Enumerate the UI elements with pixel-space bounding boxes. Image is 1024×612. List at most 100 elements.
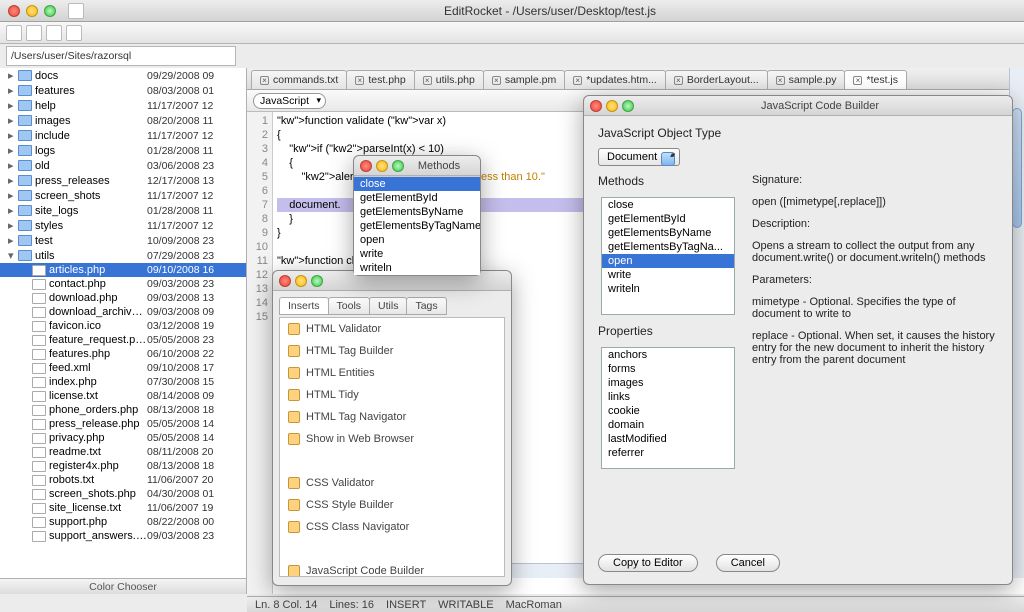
- insert-item[interactable]: HTML Tidy: [280, 384, 504, 406]
- editor-tab[interactable]: ×commands.txt: [251, 70, 347, 89]
- builder-method-item[interactable]: open: [602, 254, 734, 268]
- method-item[interactable]: getElementById: [354, 191, 480, 205]
- file-row[interactable]: support.php08/22/2008 00: [0, 515, 246, 529]
- toolbar-toggle-icon[interactable]: [68, 3, 84, 19]
- file-row[interactable]: ▸screen_shots11/17/2007 12: [0, 188, 246, 203]
- method-item[interactable]: write: [354, 247, 480, 261]
- file-row[interactable]: ▸old03/06/2008 23: [0, 158, 246, 173]
- path-input[interactable]: [6, 46, 236, 66]
- builder-property-item[interactable]: forms: [602, 362, 734, 376]
- editor-tab[interactable]: ×test.php: [346, 70, 414, 89]
- builder-property-item[interactable]: lastModified: [602, 432, 734, 446]
- close-window-icon[interactable]: [8, 5, 20, 17]
- inserts-tab[interactable]: Tags: [406, 297, 446, 315]
- close-tab-icon[interactable]: ×: [776, 76, 785, 85]
- zoom-icon[interactable]: [311, 275, 323, 287]
- close-tab-icon[interactable]: ×: [492, 76, 501, 85]
- editor-tab[interactable]: ×sample.py: [767, 70, 846, 89]
- object-type-select[interactable]: Document: [598, 148, 680, 166]
- file-row[interactable]: site_license.txt11/06/2007 19: [0, 501, 246, 515]
- file-row[interactable]: articles.php09/10/2008 16: [0, 263, 246, 277]
- builder-property-item[interactable]: anchors: [602, 348, 734, 362]
- close-icon[interactable]: [279, 275, 291, 287]
- close-tab-icon[interactable]: ×: [423, 76, 432, 85]
- file-row[interactable]: readme.txt08/11/2008 20: [0, 445, 246, 459]
- minimize-icon[interactable]: [376, 160, 388, 172]
- file-row[interactable]: ▸site_logs01/28/2008 11: [0, 203, 246, 218]
- file-row[interactable]: privacy.php05/05/2008 14: [0, 431, 246, 445]
- copy-to-editor-button[interactable]: Copy to Editor: [598, 554, 698, 572]
- close-tab-icon[interactable]: ×: [260, 76, 269, 85]
- minimize-icon[interactable]: [606, 100, 618, 112]
- builder-method-item[interactable]: getElementsByName: [602, 226, 734, 240]
- builder-property-item[interactable]: images: [602, 376, 734, 390]
- file-row[interactable]: ▸help11/17/2007 12: [0, 98, 246, 113]
- builder-property-item[interactable]: referrer: [602, 446, 734, 460]
- file-row[interactable]: license.txt08/14/2008 09: [0, 389, 246, 403]
- file-row[interactable]: ▸styles11/17/2007 12: [0, 218, 246, 233]
- file-row[interactable]: ▸test10/09/2008 23: [0, 233, 246, 248]
- close-tab-icon[interactable]: ×: [573, 76, 582, 85]
- file-row[interactable]: ▾utils07/29/2008 23: [0, 248, 246, 263]
- color-chooser-label[interactable]: Color Chooser: [0, 578, 246, 594]
- file-row[interactable]: ▸docs09/29/2008 09: [0, 68, 246, 83]
- builder-method-item[interactable]: getElementById: [602, 212, 734, 226]
- close-tab-icon[interactable]: ×: [674, 76, 683, 85]
- close-icon[interactable]: [590, 100, 602, 112]
- file-row[interactable]: index.php07/30/2008 15: [0, 375, 246, 389]
- zoom-icon[interactable]: [622, 100, 634, 112]
- editor-tab[interactable]: ×sample.pm: [483, 70, 565, 89]
- method-item[interactable]: close: [354, 177, 480, 191]
- file-row[interactable]: feature_request.php05/05/2008 23: [0, 333, 246, 347]
- file-row[interactable]: ▸images08/20/2008 11: [0, 113, 246, 128]
- insert-item[interactable]: CSS Class Navigator: [280, 516, 504, 538]
- inserts-tab[interactable]: Utils: [369, 297, 407, 315]
- file-row[interactable]: favicon.ico03/12/2008 19: [0, 319, 246, 333]
- cancel-button[interactable]: Cancel: [716, 554, 780, 572]
- builder-method-item[interactable]: getElementsByTagNa...: [602, 240, 734, 254]
- builder-method-item[interactable]: close: [602, 198, 734, 212]
- inserts-list[interactable]: HTML ValidatorHTML Tag BuilderHTML Entit…: [279, 317, 505, 577]
- insert-item[interactable]: HTML Tag Navigator: [280, 406, 504, 428]
- methods-list[interactable]: closegetElementByIdgetElementsByNamegetE…: [354, 176, 480, 275]
- file-row[interactable]: press_release.php05/05/2008 14: [0, 417, 246, 431]
- method-item[interactable]: getElementsByTagName: [354, 219, 480, 233]
- file-row[interactable]: ▸logs01/28/2008 11: [0, 143, 246, 158]
- builder-properties-list[interactable]: anchorsformsimageslinkscookiedomainlastM…: [601, 347, 735, 469]
- file-row[interactable]: register4x.php08/13/2008 18: [0, 459, 246, 473]
- builder-method-item[interactable]: write: [602, 268, 734, 282]
- file-row[interactable]: download.php09/03/2008 13: [0, 291, 246, 305]
- file-row[interactable]: robots.txt11/06/2007 20: [0, 473, 246, 487]
- file-row[interactable]: feed.xml09/10/2008 17: [0, 361, 246, 375]
- file-row[interactable]: features.php06/10/2008 22: [0, 347, 246, 361]
- file-row[interactable]: ▸include11/17/2007 12: [0, 128, 246, 143]
- insert-item[interactable]: HTML Entities: [280, 362, 504, 384]
- insert-item[interactable]: CSS Validator: [280, 472, 504, 494]
- language-selector[interactable]: JavaScript: [253, 93, 326, 109]
- insert-item[interactable]: HTML Tag Builder: [280, 340, 504, 362]
- insert-item[interactable]: CSS Style Builder: [280, 494, 504, 516]
- file-row[interactable]: ▸features08/03/2008 01: [0, 83, 246, 98]
- file-row[interactable]: download_archive.php09/03/2008 09: [0, 305, 246, 319]
- minimize-icon[interactable]: [295, 275, 307, 287]
- minimize-window-icon[interactable]: [26, 5, 38, 17]
- editor-tab[interactable]: ×utils.php: [414, 70, 484, 89]
- builder-property-item[interactable]: cookie: [602, 404, 734, 418]
- file-tree[interactable]: ▸docs09/29/2008 09▸features08/03/2008 01…: [0, 68, 246, 578]
- insert-item[interactable]: JavaScript Code Builder: [280, 560, 504, 577]
- file-row[interactable]: ▸press_releases12/17/2008 13: [0, 173, 246, 188]
- refresh-icon[interactable]: [66, 25, 82, 41]
- editor-tab[interactable]: ×*test.js: [844, 70, 907, 89]
- builder-methods-list[interactable]: closegetElementByIdgetElementsByNamegetE…: [601, 197, 735, 315]
- zoom-window-icon[interactable]: [44, 5, 56, 17]
- builder-property-item[interactable]: domain: [602, 418, 734, 432]
- inserts-tab[interactable]: Inserts: [279, 297, 329, 315]
- zoom-icon[interactable]: [392, 160, 404, 172]
- builder-method-item[interactable]: writeln: [602, 282, 734, 296]
- editor-tab[interactable]: ×BorderLayout...: [665, 70, 768, 89]
- open-file-icon[interactable]: [26, 25, 42, 41]
- method-item[interactable]: writeln: [354, 261, 480, 275]
- new-file-icon[interactable]: [6, 25, 22, 41]
- builder-property-item[interactable]: links: [602, 390, 734, 404]
- file-row[interactable]: contact.php09/03/2008 23: [0, 277, 246, 291]
